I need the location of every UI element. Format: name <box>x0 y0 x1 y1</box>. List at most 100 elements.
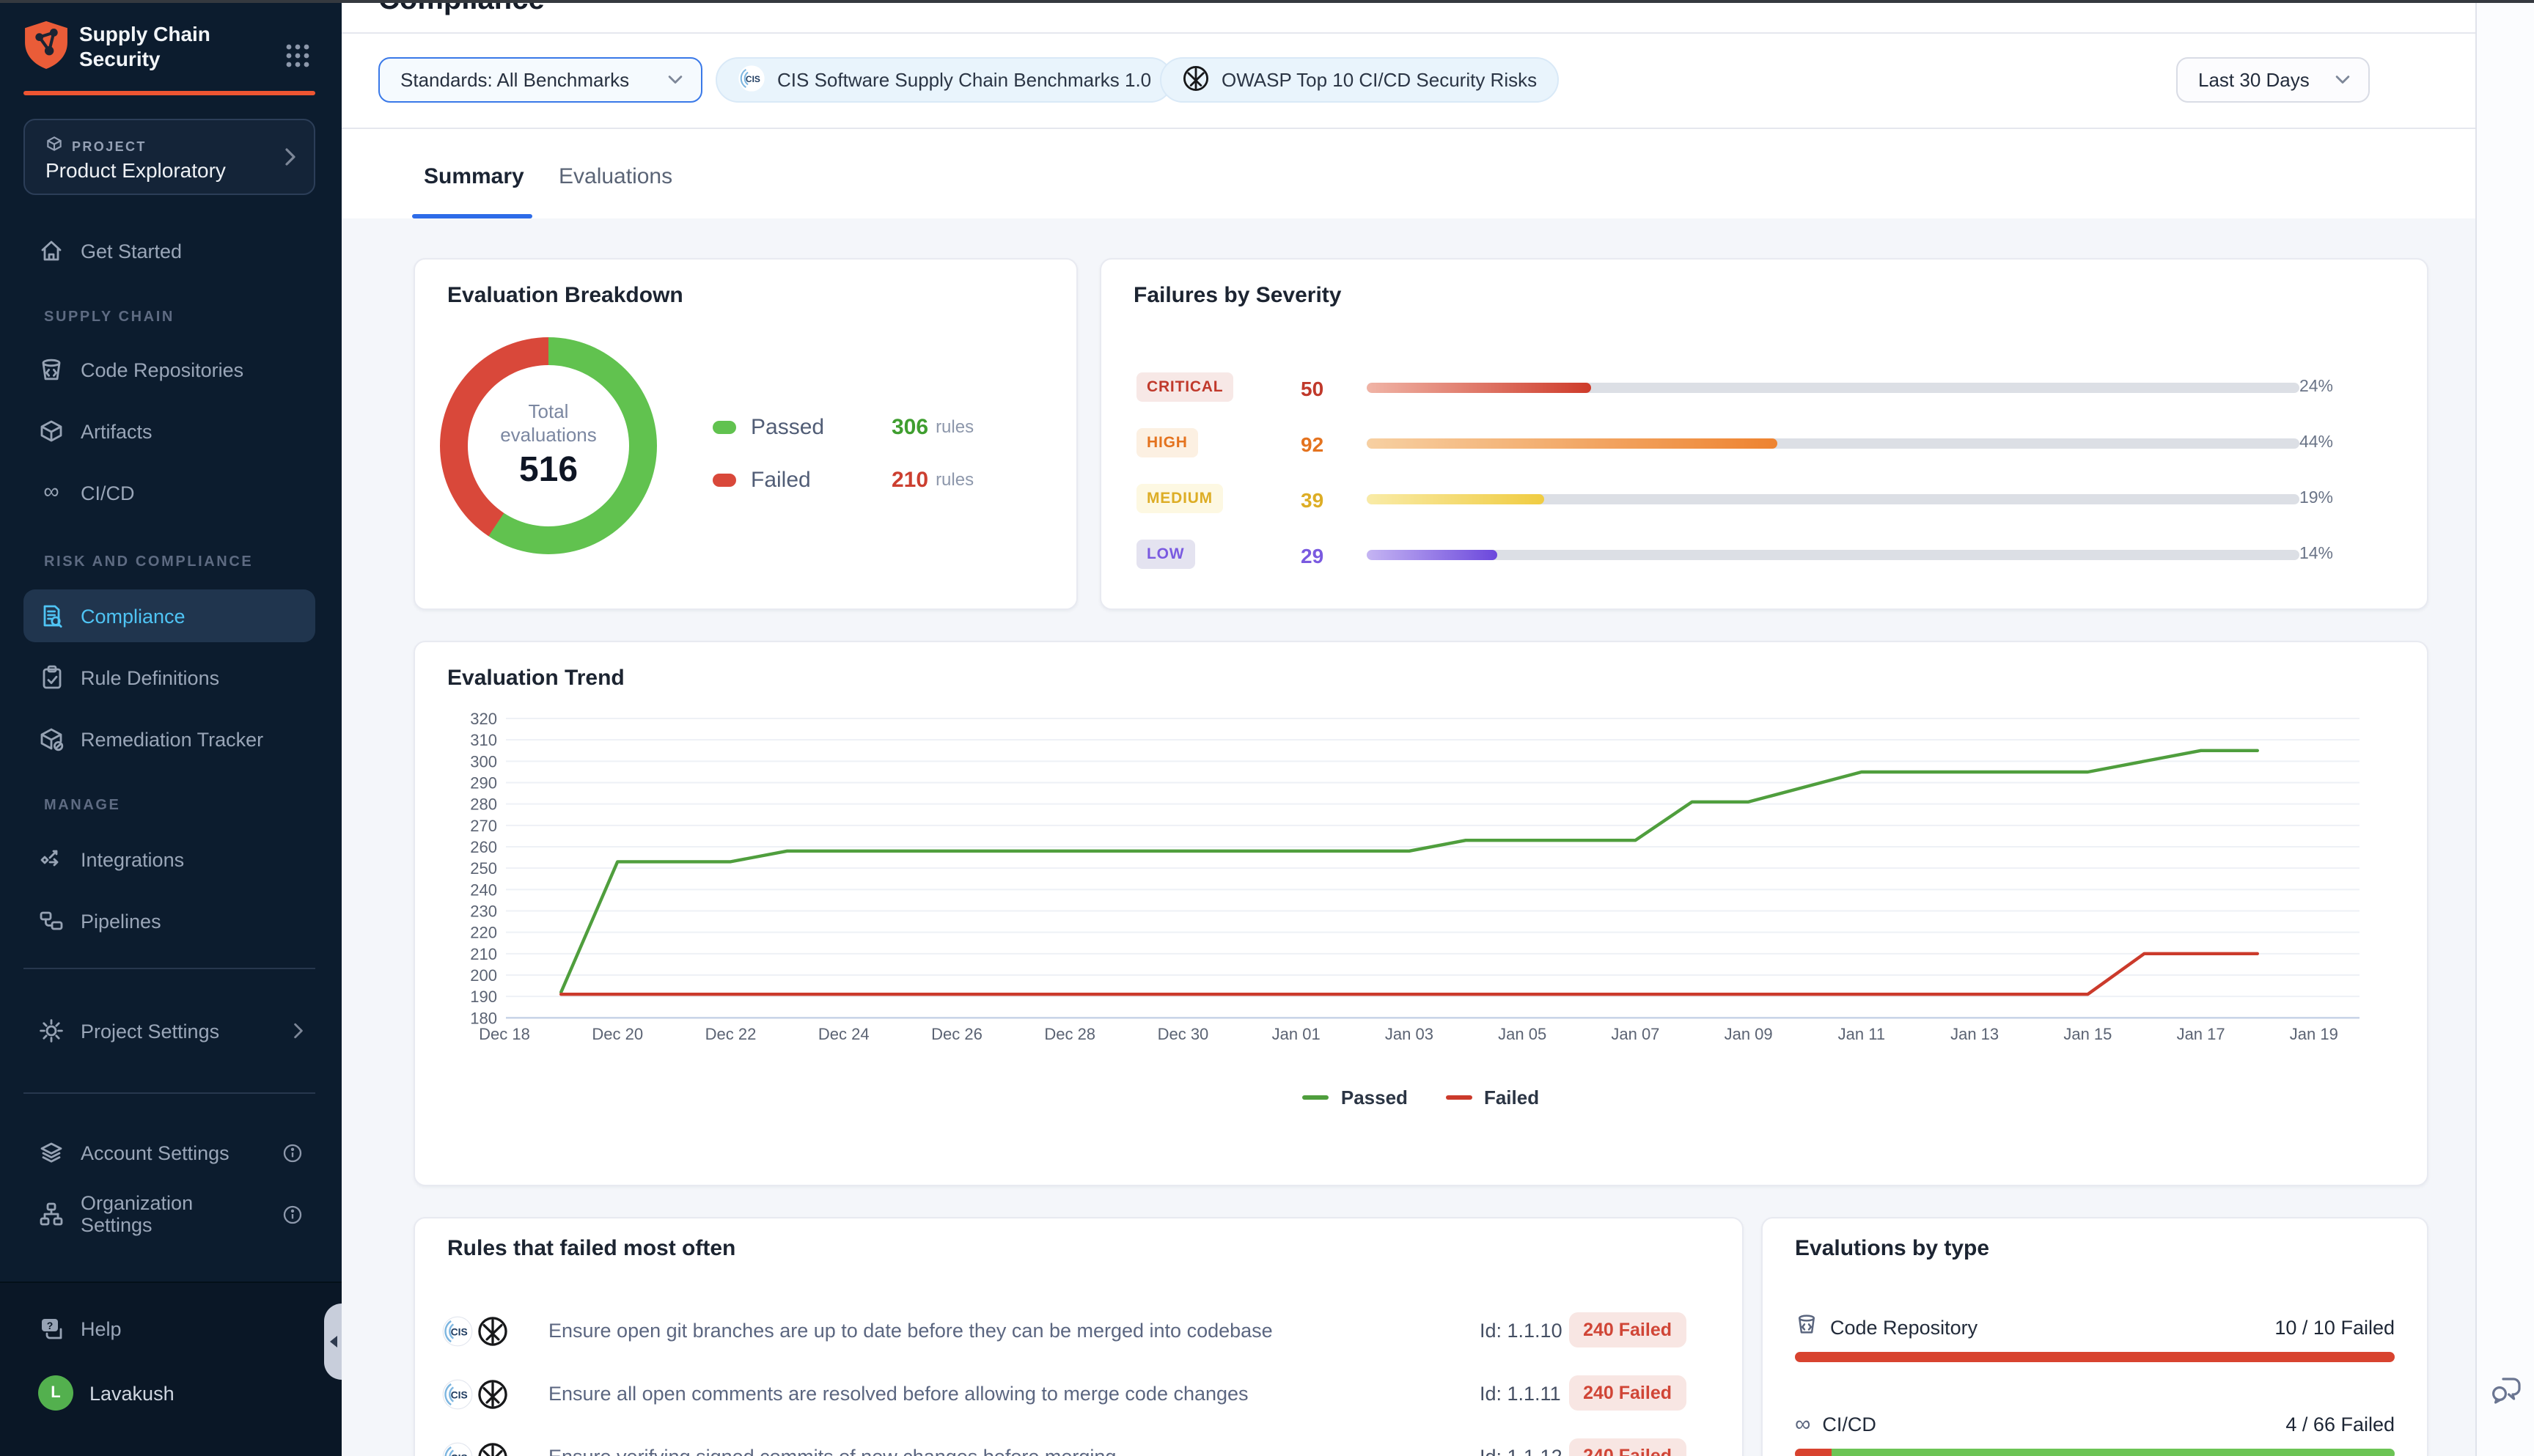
svg-text:Jan 13: Jan 13 <box>1950 1025 1999 1043</box>
sidebar-item-rule-definitions[interactable]: Rule Definitions <box>23 657 315 698</box>
svg-text:Jan 15: Jan 15 <box>2063 1025 2112 1043</box>
card-title: Failures by Severity <box>1134 283 1342 308</box>
sidebar-item-compliance[interactable]: Compliance <box>23 589 315 642</box>
sidebar-item-organization-settings[interactable]: Organization Settings <box>23 1194 315 1235</box>
sidebar-collapse-handle[interactable] <box>324 1304 342 1380</box>
svg-text:Jan 01: Jan 01 <box>1272 1025 1321 1043</box>
sidebar-item-integrations[interactable]: Integrations <box>23 839 315 880</box>
org-chart-gear-icon <box>38 1201 65 1227</box>
trend-line-chart: 1801902002102202302402502602702802903003… <box>427 686 2406 1111</box>
sidebar-item-account-settings[interactable]: Account Settings <box>23 1132 315 1173</box>
help-chat-icon: ? <box>38 1315 65 1342</box>
svg-text:270: 270 <box>470 817 497 835</box>
sidebar-item-help[interactable]: ? Help <box>23 1308 315 1349</box>
tab-evaluations[interactable]: Evaluations <box>559 164 672 189</box>
svg-text:320: 320 <box>470 710 497 728</box>
severity-badge: HIGH <box>1136 428 1198 457</box>
severity-count: 50 <box>1301 377 1323 400</box>
legend-failed: Failed 210 rules <box>713 465 974 494</box>
card-failures-by-severity: Failures by Severity CRITICAL5024%HIGH92… <box>1100 258 2428 610</box>
benchmark-chip-cis[interactable]: CIS CIS Software Supply Chain Benchmarks… <box>716 57 1173 103</box>
svg-text:Dec 28: Dec 28 <box>1044 1025 1095 1043</box>
rule-row[interactable]: CISEnsure all open comments are resolved… <box>441 1375 1716 1416</box>
svg-text:Jan 09: Jan 09 <box>1725 1025 1773 1043</box>
severity-badge: MEDIUM <box>1136 484 1223 513</box>
layers-gear-icon <box>38 1139 65 1166</box>
sidebar-item-pipelines[interactable]: Pipelines <box>23 900 315 941</box>
sidebar-item-remediation-tracker[interactable]: Remediation Tracker <box>23 718 315 760</box>
artifacts-box-icon <box>38 418 65 444</box>
rule-row[interactable]: CIS Ensure verifying signed commits of ne… <box>441 1438 1716 1456</box>
sidebar-item-artifacts[interactable]: Artifacts <box>23 411 315 452</box>
rule-row[interactable]: CISEnsure open git branches are up to da… <box>441 1312 1716 1353</box>
sidebar-item-code-repositories[interactable]: Code Repositories <box>23 349 315 390</box>
project-settings-chevron-icon <box>293 1022 304 1040</box>
total-evaluations-value: 516 <box>519 450 578 491</box>
sidebar-item-project-settings[interactable]: Project Settings <box>23 1010 315 1051</box>
rule-failed-badge: 240 Failed <box>1568 1375 1686 1411</box>
avatar: L <box>38 1375 73 1411</box>
sidebar-section-risk-compliance: RISK AND COMPLIANCE <box>44 554 253 570</box>
severity-row-high: HIGH9244% <box>1136 428 2392 460</box>
cis-logo-icon: CIS <box>738 64 765 96</box>
severity-bar-track <box>1367 550 2299 560</box>
severity-badge: LOW <box>1136 540 1194 569</box>
svg-text:230: 230 <box>470 902 497 920</box>
svg-text:210: 210 <box>470 945 497 963</box>
severity-bar-fill <box>1367 550 1497 560</box>
owasp-logo-icon <box>1182 64 1210 96</box>
rule-text: Ensure verifying signed commits of new c… <box>548 1446 1116 1456</box>
severity-percent: 14% <box>2299 545 2333 563</box>
svg-text:CIS: CIS <box>451 1452 468 1456</box>
trend-legend-passed: Passed <box>1303 1087 1408 1108</box>
benchmark-chip-owasp[interactable]: OWASP Top 10 CI/CD Security Risks <box>1160 57 1559 103</box>
module-grid-icon[interactable] <box>284 43 311 76</box>
date-range-dropdown[interactable]: Last 30 Days <box>2176 57 2370 103</box>
sidebar-item-cicd[interactable]: ∞ CI/CD <box>23 472 315 513</box>
code-repository-icon <box>1795 1312 1818 1342</box>
svg-text:280: 280 <box>470 795 497 814</box>
home-icon <box>38 238 65 264</box>
svg-text:300: 300 <box>470 752 497 771</box>
rule-id: Id: 1.1.10 <box>1480 1320 1562 1342</box>
integrations-icon <box>38 846 65 872</box>
severity-row-low: LOW2914% <box>1136 540 2392 572</box>
severity-badge: CRITICAL <box>1136 372 1233 402</box>
project-name: Product Exploratory <box>45 158 226 182</box>
app-title: Supply Chain Security <box>79 22 210 72</box>
svg-text:190: 190 <box>470 988 497 1006</box>
sidebar-item-get-started[interactable]: Get Started <box>23 230 315 271</box>
svg-text:CIS: CIS <box>746 73 760 84</box>
owasp-logo-icon <box>477 1441 509 1456</box>
rule-failed-badge: 240 Failed <box>1568 1312 1686 1347</box>
legend-dash-icon <box>1446 1095 1472 1100</box>
account-settings-info-icon[interactable] <box>282 1141 304 1163</box>
svg-text:Jan 07: Jan 07 <box>1611 1025 1659 1043</box>
svg-text:Dec 30: Dec 30 <box>1158 1025 1209 1043</box>
severity-bar-track <box>1367 494 2299 504</box>
card-title: Rules that failed most often <box>447 1236 735 1261</box>
sidebar-divider <box>23 1092 315 1094</box>
severity-row-critical: CRITICAL5024% <box>1136 372 2392 405</box>
standards-dropdown[interactable]: Standards: All Benchmarks <box>378 57 702 103</box>
svg-text:Dec 18: Dec 18 <box>479 1025 530 1043</box>
owasp-logo-icon <box>477 1378 509 1418</box>
chat-support-button[interactable] <box>2487 1371 2525 1409</box>
header-divider <box>342 32 2475 34</box>
failed-pill-icon <box>713 473 736 486</box>
svg-text:Jan 05: Jan 05 <box>1498 1025 1546 1043</box>
sidebar-divider <box>23 968 315 969</box>
tab-summary[interactable]: Summary <box>424 164 524 189</box>
trend-legend-failed: Failed <box>1446 1087 1539 1108</box>
organization-settings-info-icon[interactable] <box>282 1203 304 1225</box>
project-selector[interactable]: PROJECT Product Exploratory <box>23 119 315 195</box>
type-value: 10 / 10 Failed <box>2274 1316 2395 1338</box>
svg-text:Dec 20: Dec 20 <box>592 1025 643 1043</box>
card-title: Evalutions by type <box>1795 1236 1989 1261</box>
severity-count: 39 <box>1301 488 1323 512</box>
app-root: Supply Chain Security PROJECT Product Ex… <box>0 0 2534 1456</box>
severity-bar-track <box>1367 438 2299 449</box>
type-bar-cicd <box>1795 1449 2395 1456</box>
sidebar-user[interactable]: L Lavakush <box>23 1372 315 1413</box>
severity-count: 92 <box>1301 433 1323 456</box>
